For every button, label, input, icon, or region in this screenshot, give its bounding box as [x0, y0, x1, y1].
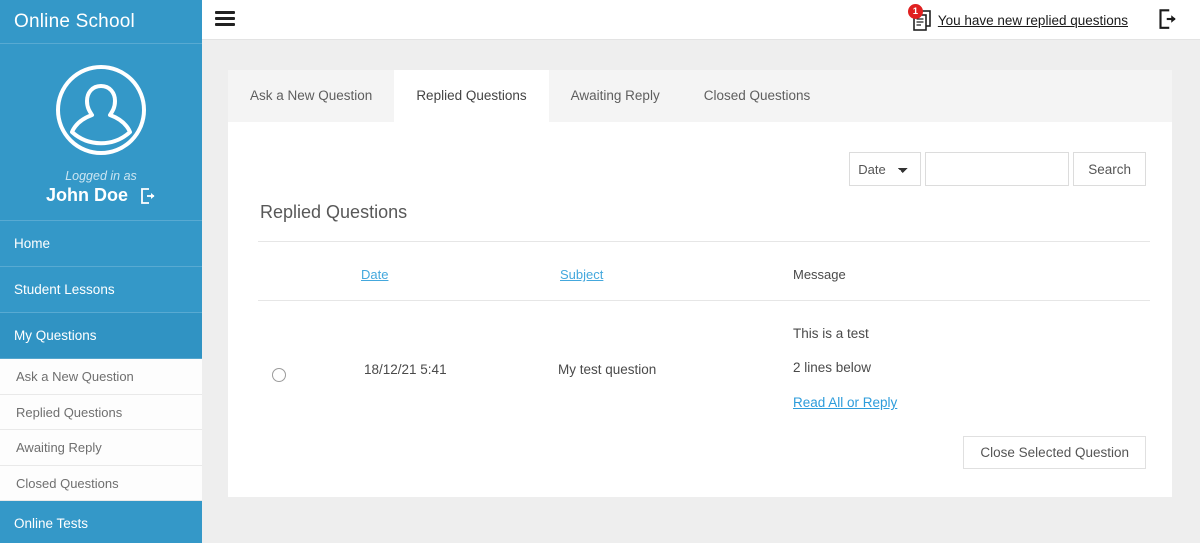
notification-link[interactable]: 1 You have new replied questions: [907, 4, 1128, 33]
search-input[interactable]: [925, 152, 1070, 186]
sidebar: Online School Logged in as John Doe Home…: [0, 0, 202, 543]
user-row: John Doe: [0, 185, 202, 206]
logged-in-label: Logged in as: [65, 169, 137, 183]
brand-title: Online School: [0, 0, 202, 44]
sidebar-item-my-questions[interactable]: My Questions: [0, 313, 202, 359]
message-line-1: This is a test: [793, 326, 869, 341]
notification-badge: 1: [907, 4, 923, 19]
row-select-radio[interactable]: [272, 368, 286, 382]
hamburger-menu-icon[interactable]: [215, 11, 235, 26]
sidebar-subitem-closed-questions[interactable]: Closed Questions: [0, 465, 202, 501]
logout-icon[interactable]: [140, 187, 156, 204]
user-avatar-icon: [0, 62, 202, 163]
app-root: Online School Logged in as John Doe Home…: [0, 0, 1200, 543]
tab-replied-questions[interactable]: Replied Questions: [394, 70, 549, 122]
search-button[interactable]: Search: [1073, 152, 1146, 186]
read-all-or-reply-link[interactable]: Read All or Reply: [793, 395, 897, 410]
table-row: 18/12/21 5:41 My test question This is a…: [258, 308, 1150, 410]
page-title: Replied Questions: [260, 202, 408, 222]
message-line-2: 2 lines below: [793, 360, 872, 375]
table-header: Date Subject Message: [258, 267, 1150, 293]
sidebar-subitem-replied-questions[interactable]: Replied Questions: [0, 394, 202, 430]
sidebar-submenu: Ask a New Question Replied Questions Awa…: [0, 359, 202, 501]
sidebar-item-home[interactable]: Home: [0, 221, 202, 267]
header-logout-icon[interactable]: [1158, 9, 1178, 34]
tab-ask-a-new-question[interactable]: Ask a New Question: [228, 70, 394, 122]
cell-date: 18/12/21 5:41: [364, 362, 447, 377]
cell-message: This is a test 2 lines below Read All or…: [793, 326, 897, 412]
tab-closed-questions[interactable]: Closed Questions: [682, 70, 833, 122]
tab-bar: Ask a New Question Replied Questions Awa…: [228, 70, 1172, 122]
sidebar-item-online-tests[interactable]: Online Tests: [0, 501, 202, 543]
sidebar-subitem-awaiting-reply[interactable]: Awaiting Reply: [0, 430, 202, 466]
notification-text[interactable]: You have new replied questions: [938, 13, 1128, 28]
tab-awaiting-reply[interactable]: Awaiting Reply: [549, 70, 682, 122]
sidebar-subitem-ask-a-new-question[interactable]: Ask a New Question: [0, 359, 202, 395]
column-header-subject[interactable]: Subject: [560, 267, 603, 282]
documents-icon: 1: [907, 4, 934, 33]
cell-subject: My test question: [558, 362, 657, 377]
column-header-message: Message: [793, 267, 846, 282]
close-selected-question-button[interactable]: Close Selected Question: [963, 436, 1146, 469]
column-header-date[interactable]: Date: [361, 267, 388, 282]
search-field-select[interactable]: Date: [849, 152, 922, 186]
top-header: 1 You have new replied questions: [202, 0, 1200, 40]
user-name: John Doe: [45, 185, 128, 205]
content-panel: Date Search Replied Questions Date Subje…: [228, 122, 1172, 497]
search-bar: Date Search: [849, 152, 1146, 186]
divider-top: [258, 241, 1150, 242]
divider-header-bottom: [258, 300, 1150, 301]
profile-section: Logged in as John Doe: [0, 44, 202, 221]
sidebar-item-student-lessons[interactable]: Student Lessons: [0, 267, 202, 313]
